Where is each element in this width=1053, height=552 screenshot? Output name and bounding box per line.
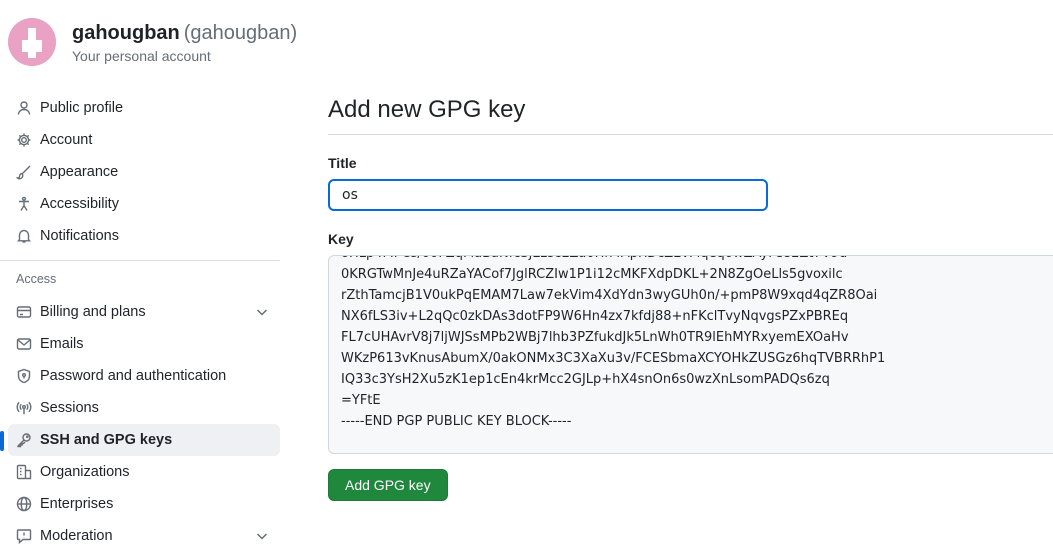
sidebar-item-moderation[interactable]: Moderation: [8, 520, 280, 552]
key-line: FL7cUHAvrV8j7ljWJSsMPb2WBj7lhb3PZfukdJk5…: [341, 330, 849, 345]
add-gpg-key-button[interactable]: Add GPG key: [328, 469, 448, 501]
login-name: (gahougban): [183, 22, 298, 44]
sidebar-item-enterprises[interactable]: Enterprises: [8, 488, 280, 520]
sidebar-item-emails[interactable]: Emails: [8, 328, 280, 360]
main-content: Add new GPG key Title os Key oHLp4MPCs/0…: [328, 94, 1053, 501]
sidebar-item-label: Moderation: [40, 528, 113, 544]
mail-icon: [16, 336, 32, 352]
sidebar-item-public-profile[interactable]: Public profile: [8, 92, 280, 124]
sidebar-item-accessibility[interactable]: Accessibility: [8, 188, 280, 220]
key-lines: oHLp4MPCs/00FZqPiaBaNfcSjEzscEZa0Hn4ApRD…: [341, 256, 886, 432]
credit-card-icon: [16, 304, 32, 320]
broadcast-icon: [16, 400, 32, 416]
sidebar-item-account[interactable]: Account: [8, 124, 280, 156]
sidebar-item-label: Account: [40, 132, 93, 148]
key-line: =YFtE: [341, 393, 381, 408]
settings-sidebar: Public profile Account Appearance Access…: [0, 92, 288, 552]
sidebar-item-label: Billing and plans: [40, 304, 146, 320]
key-line: 0KRGTwMnJe4uRZaYACof7JglRCZIw1P1i12cMKFX…: [341, 267, 843, 282]
report-icon: [16, 528, 32, 544]
organization-icon: [16, 464, 32, 480]
account-name[interactable]: gahougban (gahougban): [72, 21, 297, 45]
sidebar-item-label: Organizations: [40, 464, 130, 480]
sidebar-item-label: Enterprises: [40, 496, 114, 512]
title-label: Title: [328, 155, 357, 171]
sidebar-item-label: Notifications: [40, 228, 119, 244]
avatar[interactable]: [8, 18, 56, 66]
sidebar-item-sessions[interactable]: Sessions: [8, 392, 280, 424]
sidebar-item-label: Accessibility: [40, 196, 119, 212]
gear-icon: [16, 132, 32, 148]
key-line: oHLp4MPCs/00FZqPiaBaNfcSjEzscEZa0Hn4ApRD…: [341, 256, 885, 264]
sidebar-item-label: SSH and GPG keys: [40, 432, 173, 448]
chevron-down-icon[interactable]: [254, 304, 270, 320]
key-line: IQ33c3YsH2Xu5zK1ep1cEn4krMcc2GJLp+hX4snO…: [341, 372, 830, 387]
chevron-down-icon[interactable]: [254, 528, 270, 544]
globe-icon: [16, 496, 32, 512]
account-subtitle: Your personal account: [72, 48, 211, 64]
key-textarea[interactable]: oHLp4MPCs/00FZqPiaBaNfcSjEzscEZa0Hn4ApRD…: [328, 255, 1053, 454]
paintbrush-icon: [16, 164, 32, 180]
sidebar-item-password-authentication[interactable]: Password and authentication: [8, 360, 280, 392]
sidebar-item-billing[interactable]: Billing and plans: [8, 296, 280, 328]
key-line: -----END PGP PUBLIC KEY BLOCK-----: [341, 414, 572, 429]
sidebar-item-label: Public profile: [40, 100, 124, 116]
sidebar-item-appearance[interactable]: Appearance: [8, 156, 280, 188]
sidebar-item-notifications[interactable]: Notifications: [8, 220, 280, 252]
key-line: WKzP613vKnusAbumX/0akONMx3C3XaXu3v/FCESb…: [341, 351, 886, 366]
key-line: NX6fLS3iv+L2qQc0zkDAs3dotFP9W6Hn4zx7kfdj…: [341, 309, 849, 324]
sidebar-item-organizations[interactable]: Organizations: [8, 456, 280, 488]
page-title: Add new GPG key: [328, 94, 1053, 135]
key-label: Key: [328, 231, 354, 247]
accessibility-icon: [16, 196, 32, 212]
person-icon: [16, 100, 32, 116]
account-header: gahougban (gahougban) Your personal accou…: [8, 18, 297, 66]
sidebar-item-label: Password and authentication: [40, 368, 227, 384]
key-line: rZthTamcjB1V0ukPqEMAM7Law7ekVim4XdYdn3wy…: [341, 288, 878, 303]
sidebar-item-label: Appearance: [40, 164, 119, 180]
sidebar-item-ssh-gpg-keys[interactable]: SSH and GPG keys: [0, 424, 280, 456]
title-input[interactable]: os: [328, 179, 768, 211]
display-name[interactable]: gahougban: [72, 22, 180, 44]
sidebar-item-label: Emails: [40, 336, 84, 352]
sidebar-item-label: Sessions: [40, 400, 99, 416]
bell-icon: [16, 228, 32, 244]
key-icon: [16, 432, 32, 448]
shield-lock-icon: [16, 368, 32, 384]
sidebar-group-title-access: Access: [16, 272, 57, 286]
